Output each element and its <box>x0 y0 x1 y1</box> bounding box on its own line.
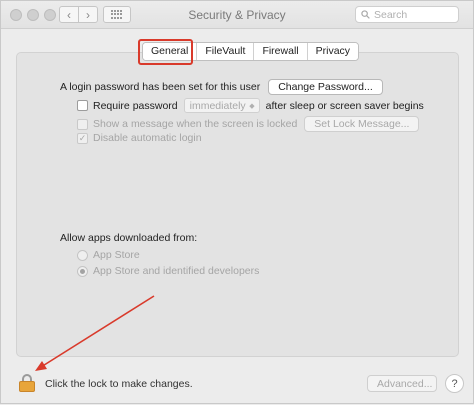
radio-identified-developers <box>77 265 88 277</box>
disable-auto-login-checkbox: ✓ <box>77 132 88 144</box>
radio-app-store-label: App Store <box>93 249 140 261</box>
show-message-row: Show a message when the screen is locked… <box>77 116 420 132</box>
set-lock-message-button: Set Lock Message... <box>304 116 420 132</box>
allow-apps-heading: Allow apps downloaded from: <box>60 232 197 244</box>
disable-auto-login-label: Disable automatic login <box>93 132 202 144</box>
show-message-label: Show a message when the screen is locked <box>93 118 298 130</box>
help-button[interactable]: ? <box>445 374 464 393</box>
require-password-checkbox[interactable] <box>77 100 88 111</box>
require-password-suffix: after sleep or screen saver begins <box>265 99 424 112</box>
lock-button[interactable] <box>19 374 35 392</box>
search-input[interactable] <box>374 8 454 21</box>
change-password-button[interactable]: Change Password... <box>268 79 383 95</box>
question-mark-icon: ? <box>451 377 458 390</box>
radio-app-store <box>77 249 88 261</box>
allow-apps-label: Allow apps downloaded from: <box>60 232 198 244</box>
general-tab-highlight-box <box>138 39 193 65</box>
checkmark-icon: ✓ <box>78 132 87 143</box>
chevron-updown-icon: ◆ <box>249 102 255 110</box>
require-password-label: Require password <box>93 99 178 112</box>
search-field[interactable] <box>355 6 459 23</box>
title-bar: ‹ › Security & Privacy <box>1 1 473 29</box>
advanced-button: Advanced... <box>367 375 437 392</box>
login-password-row: A login password has been set for this u… <box>60 79 383 95</box>
show-message-checkbox <box>77 118 88 130</box>
lock-hint-text: Click the lock to make changes. <box>45 378 193 390</box>
tab-filevault[interactable]: FileVault <box>196 43 254 60</box>
radio-app-store-row: App Store <box>77 249 140 261</box>
tab-firewall[interactable]: Firewall <box>253 43 307 60</box>
require-password-row: Require password immediately ◆ after sle… <box>77 98 424 113</box>
require-password-delay-select: immediately ◆ <box>183 98 260 113</box>
radio-identified-developers-label: App Store and identified developers <box>93 265 260 277</box>
login-password-text: A login password has been set for this u… <box>60 81 261 93</box>
disable-auto-login-row: ✓ Disable automatic login <box>77 132 202 144</box>
tab-privacy[interactable]: Privacy <box>306 43 359 60</box>
security-privacy-window: ‹ › Security & Privacy General FileVault… <box>0 0 474 404</box>
radio-identified-developers-row: App Store and identified developers <box>77 265 259 277</box>
search-icon <box>361 10 370 19</box>
require-password-delay-value: immediately <box>189 99 246 112</box>
